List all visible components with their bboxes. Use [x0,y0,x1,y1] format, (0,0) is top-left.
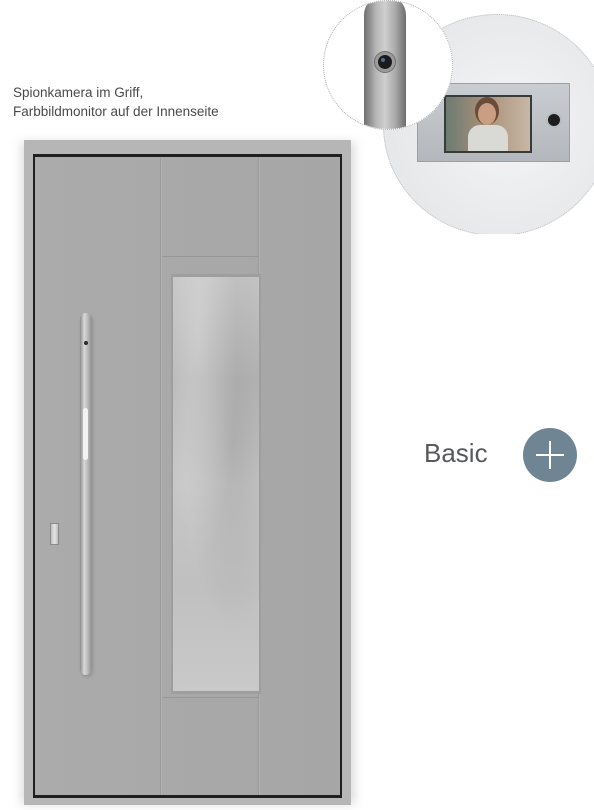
handle-camera-dot [84,341,88,345]
door-lock-cylinder [50,523,59,545]
product-caption: Spionkamera im Griff, Farbbildmonitor au… [13,83,219,121]
caption-line-2: Farbbildmonitor auf der Innenseite [13,104,219,119]
door-panel [35,157,340,795]
panel-line-bottom [162,697,258,698]
spy-camera-lens-icon [378,55,392,69]
basic-plus-button[interactable] [523,428,577,482]
basic-label[interactable]: Basic [424,437,488,469]
door-image [24,140,351,805]
visitor-body [468,125,508,151]
door-frame [33,154,342,798]
door-handle [80,313,92,675]
caption-line-1: Spionkamera im Griff, [13,85,144,100]
plus-icon-vertical [549,441,551,469]
door-glass-frame [171,274,261,694]
handle-highlight [83,408,88,460]
visitor-head [478,103,496,125]
panel-line-top [162,256,258,257]
door-glass [173,277,259,691]
door-groove-left [160,158,162,795]
handle-camera-zoom-circle [323,0,453,130]
monitor-screen [444,95,532,153]
monitor-camera-icon [548,114,560,126]
